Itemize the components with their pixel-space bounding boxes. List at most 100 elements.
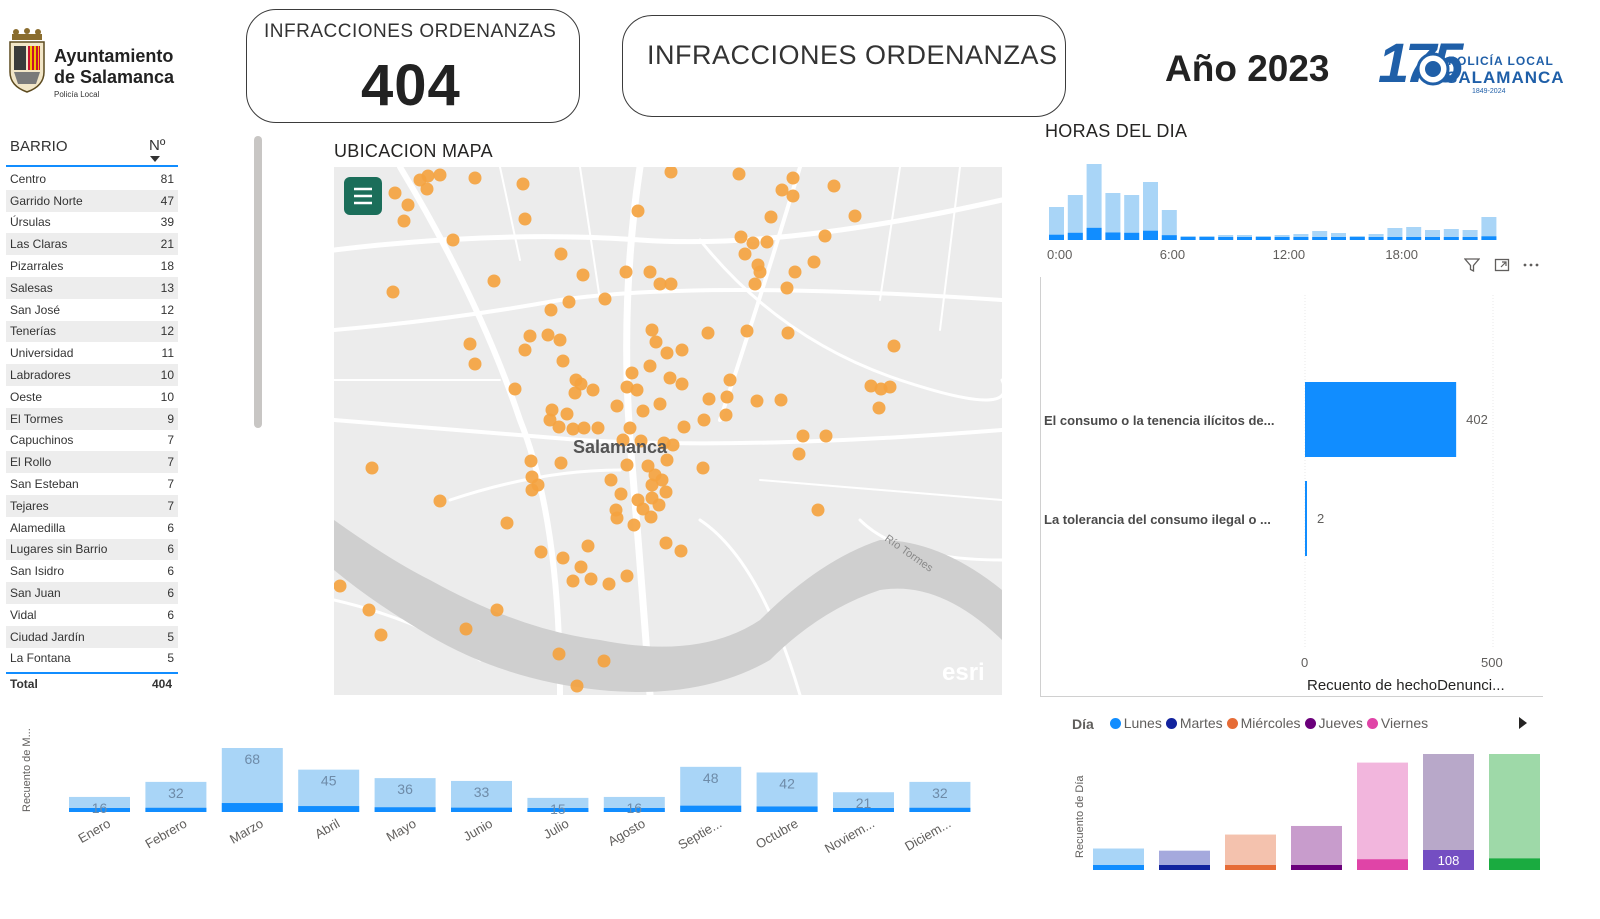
- map-point[interactable]: [525, 483, 539, 497]
- more-options-icon[interactable]: [1522, 257, 1540, 273]
- map-point[interactable]: [872, 401, 886, 415]
- map-point[interactable]: [554, 247, 568, 261]
- table-row[interactable]: Ciudad Jardín 5: [6, 625, 178, 648]
- table-row[interactable]: San Esteban 7: [6, 473, 178, 495]
- map-point[interactable]: [818, 229, 832, 243]
- map-point[interactable]: [675, 343, 689, 357]
- map-point[interactable]: [738, 247, 752, 261]
- map-point[interactable]: [433, 494, 447, 508]
- map-point[interactable]: [675, 377, 689, 391]
- map-point[interactable]: [753, 265, 767, 279]
- map-visual[interactable]: Salamanca Río Tormes esri: [334, 167, 1002, 695]
- map-point[interactable]: [643, 265, 657, 279]
- map-point[interactable]: [591, 421, 605, 435]
- dias-legend-item[interactable]: Jueves: [1304, 715, 1363, 731]
- map-point[interactable]: [556, 551, 570, 565]
- map-point[interactable]: [374, 628, 388, 642]
- table-row[interactable]: Tenerías 12: [6, 320, 178, 343]
- map-point[interactable]: [792, 447, 806, 461]
- day-bar[interactable]: [1489, 754, 1540, 870]
- map-point[interactable]: [677, 420, 691, 434]
- caret-right-icon[interactable]: [1518, 717, 1528, 729]
- tipo-bar[interactable]: [1305, 382, 1457, 457]
- map-point[interactable]: [660, 346, 674, 360]
- map-point[interactable]: [525, 470, 539, 484]
- table-row[interactable]: Las Claras 21: [6, 233, 178, 256]
- map-point[interactable]: [598, 292, 612, 306]
- map-point[interactable]: [819, 429, 833, 443]
- map-point[interactable]: [666, 438, 680, 452]
- table-row[interactable]: Labradores 10: [6, 364, 178, 386]
- table-row[interactable]: Salesas 13: [6, 276, 178, 299]
- map-point[interactable]: [401, 198, 415, 212]
- map-point[interactable]: [625, 366, 639, 380]
- map-point[interactable]: [696, 461, 710, 475]
- map-point[interactable]: [788, 265, 802, 279]
- map-point[interactable]: [487, 274, 501, 288]
- map-point[interactable]: [786, 171, 800, 185]
- dias-legend-item[interactable]: Miércoles: [1226, 715, 1301, 731]
- map-point[interactable]: [740, 324, 754, 338]
- map-point[interactable]: [362, 603, 376, 617]
- map-point[interactable]: [570, 679, 584, 693]
- map-point[interactable]: [581, 539, 595, 553]
- map-point[interactable]: [674, 544, 688, 558]
- tipo-chart[interactable]: El consumo o la tenencia ilícitos de... 4…: [1040, 277, 1543, 697]
- map-point[interactable]: [664, 277, 678, 291]
- map-point[interactable]: [719, 408, 733, 422]
- map-point[interactable]: [848, 209, 862, 223]
- map-point[interactable]: [653, 397, 667, 411]
- dias-legend-item[interactable]: Lunes: [1109, 715, 1162, 731]
- map-point[interactable]: [649, 335, 663, 349]
- table-scrollbar[interactable]: [254, 136, 262, 428]
- map-point[interactable]: [780, 281, 794, 295]
- map-point[interactable]: [574, 560, 588, 574]
- dias-legend-item[interactable]: Martes: [1165, 715, 1223, 731]
- map-point[interactable]: [544, 303, 558, 317]
- day-bar[interactable]: [1225, 834, 1276, 870]
- table-row[interactable]: El Tormes 9: [6, 407, 178, 430]
- map-point[interactable]: [463, 337, 477, 351]
- map-point[interactable]: [566, 422, 580, 436]
- map-point[interactable]: [663, 371, 677, 385]
- table-row[interactable]: Lugares sin Barrio 6: [6, 538, 178, 561]
- map-point[interactable]: [701, 326, 715, 340]
- table-row[interactable]: El Rollo 7: [6, 451, 178, 474]
- map-point[interactable]: [883, 380, 897, 394]
- filter-icon[interactable]: [1464, 257, 1480, 273]
- map-point[interactable]: [643, 359, 657, 373]
- map-point[interactable]: [623, 421, 637, 435]
- map-point[interactable]: [631, 204, 645, 218]
- map-point[interactable]: [541, 328, 555, 342]
- map-point[interactable]: [636, 404, 650, 418]
- map-point[interactable]: [620, 458, 634, 472]
- map-point[interactable]: [811, 503, 825, 517]
- dias-legend-item[interactable]: Viernes: [1366, 715, 1428, 731]
- map-point[interactable]: [365, 461, 379, 475]
- map-point[interactable]: [420, 182, 434, 196]
- map-point[interactable]: [468, 171, 482, 185]
- sort-desc-icon[interactable]: [150, 156, 160, 162]
- table-row[interactable]: Vidal 6: [6, 604, 178, 626]
- table-row[interactable]: Tejares 7: [6, 494, 178, 517]
- table-row[interactable]: Oeste 10: [6, 386, 178, 408]
- map-point[interactable]: [543, 413, 557, 427]
- map-point[interactable]: [490, 603, 504, 617]
- table-row[interactable]: San Isidro 6: [6, 560, 178, 582]
- map-point[interactable]: [518, 212, 532, 226]
- map-point[interactable]: [397, 214, 411, 228]
- map-point[interactable]: [523, 329, 537, 343]
- focus-mode-icon[interactable]: [1494, 257, 1510, 273]
- map-point[interactable]: [568, 386, 582, 400]
- map-point[interactable]: [604, 473, 618, 487]
- map-point[interactable]: [386, 285, 400, 299]
- map-point[interactable]: [602, 577, 616, 591]
- map-point[interactable]: [552, 647, 566, 661]
- map-menu-button[interactable]: [344, 177, 382, 215]
- map-point[interactable]: [748, 277, 762, 291]
- map-point[interactable]: [334, 579, 347, 593]
- map-point[interactable]: [524, 454, 538, 468]
- dias-chart[interactable]: Recuento de Día 108: [1066, 740, 1546, 880]
- map-point[interactable]: [645, 323, 659, 337]
- map-point[interactable]: [576, 268, 590, 282]
